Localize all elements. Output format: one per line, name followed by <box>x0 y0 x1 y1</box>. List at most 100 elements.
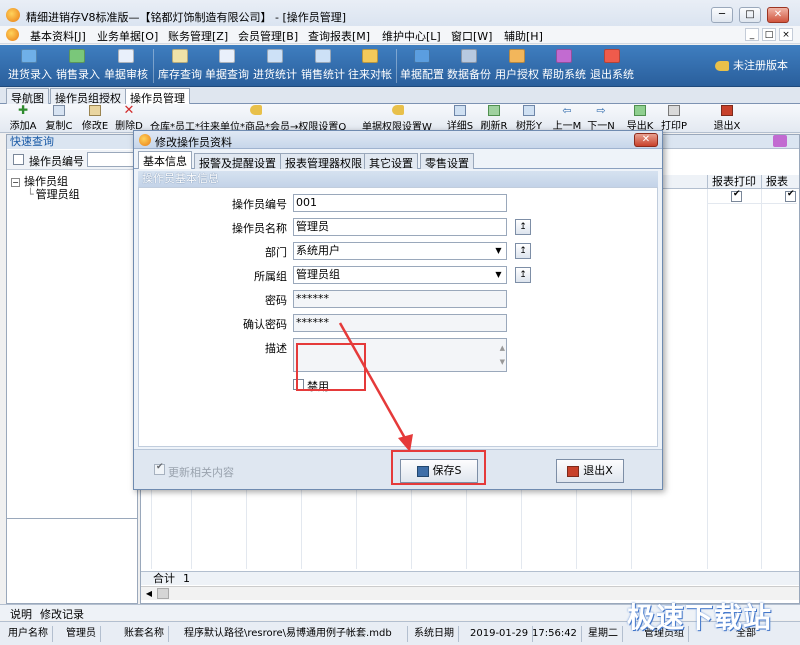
operator-code-field[interactable]: 001 <box>293 194 507 212</box>
tab-basic-info[interactable]: 基本信息 <box>138 151 192 169</box>
doc-query-button[interactable]: 单据查询 <box>205 47 249 85</box>
name-picker-icon[interactable]: ↥ <box>515 219 531 235</box>
help-book-icon <box>556 49 572 63</box>
export-icon <box>634 105 646 116</box>
menu-help[interactable]: 辅助[H] <box>504 28 543 44</box>
data-backup-button[interactable]: 数据备份 <box>447 47 491 85</box>
collapse-icon[interactable]: − <box>11 177 20 187</box>
copy-icon <box>53 105 65 116</box>
exit-system-button[interactable]: 退出系统 <box>590 47 634 85</box>
menu-window[interactable]: 窗口[W] <box>451 28 492 44</box>
tree-button[interactable]: 树形Y <box>512 105 546 132</box>
app-menu-icon[interactable] <box>6 28 19 41</box>
chevron-down-icon[interactable]: ▼ <box>492 244 505 258</box>
group-picker-icon[interactable]: ↥ <box>515 267 531 283</box>
export-button[interactable]: 导出K <box>624 105 656 132</box>
dialog-close-button[interactable]: ✕ <box>634 133 658 147</box>
doc-audit-button[interactable]: 单据审核 <box>104 47 148 85</box>
refresh-button[interactable]: 刷新R <box>478 105 510 132</box>
report-checkbox[interactable] <box>785 189 796 202</box>
help-system-button[interactable]: 帮助系统 <box>542 47 586 85</box>
sales-entry-icon <box>69 49 85 63</box>
operator-name-field[interactable]: 管理员 <box>293 218 507 236</box>
purchase-entry-button[interactable]: 进货录入 <box>8 47 52 85</box>
prev-button[interactable]: ⇦ 上一M <box>550 105 584 132</box>
menu-members[interactable]: 会员管理[B] <box>238 28 298 44</box>
group-label: 所属组 <box>254 270 287 283</box>
quick-search-row: 操作员编号 <box>7 150 137 170</box>
password-label: 密码 <box>265 294 287 307</box>
group-select[interactable]: 管理员组 ▼ <box>293 266 507 284</box>
scroll-down-icon[interactable]: ▼ <box>500 354 505 370</box>
scroll-left-icon[interactable]: ◀ <box>143 588 155 599</box>
operator-code-input[interactable] <box>87 152 135 167</box>
department-picker-icon[interactable]: ↥ <box>515 243 531 259</box>
toolbar-separator <box>396 49 397 83</box>
unregistered-label: 未注册版本 <box>715 57 788 73</box>
tab-group-auth[interactable]: 操作员组授权 <box>50 88 126 105</box>
scroll-thumb[interactable] <box>157 588 169 599</box>
tab-report-permissions[interactable]: 报表管理器权限 <box>280 153 367 170</box>
tree-node-admin-group[interactable]: └ 管理员组 <box>27 186 80 202</box>
confirm-password-field[interactable]: ****** <box>293 314 507 332</box>
column-report[interactable]: 报表 <box>761 175 799 189</box>
operator-code-checkbox[interactable] <box>13 154 24 165</box>
tab-nav-map[interactable]: 导航图 <box>6 88 49 105</box>
add-button[interactable]: ✚ 添加A <box>6 104 40 132</box>
exit-door-icon <box>567 465 580 477</box>
account-check-button[interactable]: 往来对帐 <box>348 47 392 85</box>
detail-grid-icon <box>454 105 466 116</box>
menu-basic[interactable]: 基本资料[J] <box>30 28 86 44</box>
menu-documents[interactable]: 业务单据[O] <box>97 28 158 44</box>
sales-stats-button[interactable]: 销售统计 <box>301 47 345 85</box>
tab-retail-settings[interactable]: 零售设置 <box>420 153 474 170</box>
tab-operator-mgmt[interactable]: 操作员管理 <box>125 88 190 105</box>
arrow-left-icon: ⇦ <box>562 104 572 117</box>
sales-entry-button[interactable]: 销售录入 <box>56 47 100 85</box>
update-related-checkbox[interactable] <box>154 462 165 475</box>
print-button[interactable]: 打印P <box>658 105 690 132</box>
data-backup-icon <box>461 49 477 63</box>
status-time-value: 17:56:42 <box>528 626 582 642</box>
minimize-button[interactable]: ─ <box>711 7 733 23</box>
menu-maintenance[interactable]: 维护中心[L] <box>382 28 441 44</box>
user-auth-button[interactable]: 用户授权 <box>495 47 539 85</box>
close-button[interactable]: ✕ <box>767 7 789 23</box>
department-select[interactable]: 系统用户 ▼ <box>293 242 507 260</box>
delete-x-icon: ✕ <box>123 103 135 118</box>
chevron-down-icon[interactable]: ▼ <box>492 268 505 282</box>
dialog-form: 操作员编号 001 操作员名称 管理员 ↥ 部门 系统用户 ▼ ↥ 所属组 管理员… <box>138 187 658 447</box>
exit-dialog-button[interactable]: 退出X <box>556 459 624 483</box>
dialog-app-icon <box>139 134 151 146</box>
mdi-minimize-button[interactable]: _ <box>745 28 759 41</box>
menu-reports[interactable]: 查询报表[M] <box>308 28 370 44</box>
tab-other-settings[interactable]: 其它设置 <box>364 153 418 170</box>
table-row[interactable] <box>707 189 797 204</box>
doc-config-button[interactable]: 单据配置 <box>400 47 444 85</box>
key-icon <box>715 61 729 71</box>
next-button[interactable]: ⇨ 下一N <box>584 105 618 132</box>
sales-stats-icon <box>315 49 331 63</box>
mdi-close-button[interactable]: × <box>779 28 793 41</box>
maximize-button[interactable]: □ <box>739 7 761 23</box>
mdi-restore-button[interactable]: □ <box>762 28 776 41</box>
exit-button[interactable]: 退出X <box>710 105 744 132</box>
book-icon[interactable] <box>773 135 787 147</box>
tab-description[interactable]: 说明 <box>10 606 32 622</box>
tree-icon <box>523 105 535 116</box>
menu-accounts[interactable]: 账务管理[Z] <box>168 28 228 44</box>
grid-summary-row: 合计 1 <box>141 571 799 585</box>
column-report-print[interactable]: 报表打印 <box>707 175 759 189</box>
edit-button[interactable]: 修改E <box>78 105 112 132</box>
operator-toolbar: ✚ 添加A 复制C 修改E ✕ 删除D 仓库*员工*往来单位*商品*会员→权限设置Q… <box>0 104 800 133</box>
copy-button[interactable]: 复制C <box>42 105 76 132</box>
detail-button[interactable]: 详细S <box>444 105 476 132</box>
report-print-checkbox[interactable] <box>731 189 742 202</box>
tab-alarm-settings[interactable]: 报警及提醒设置 <box>194 153 281 170</box>
delete-button[interactable]: ✕ 删除D <box>112 103 146 132</box>
tab-change-log[interactable]: 修改记录 <box>40 606 84 622</box>
password-field[interactable]: ****** <box>293 290 507 308</box>
purchase-stats-button[interactable]: 进货统计 <box>253 47 297 85</box>
stock-query-button[interactable]: 库存查询 <box>158 47 202 85</box>
dialog-title-bar: 修改操作员资料 ✕ <box>134 131 662 149</box>
